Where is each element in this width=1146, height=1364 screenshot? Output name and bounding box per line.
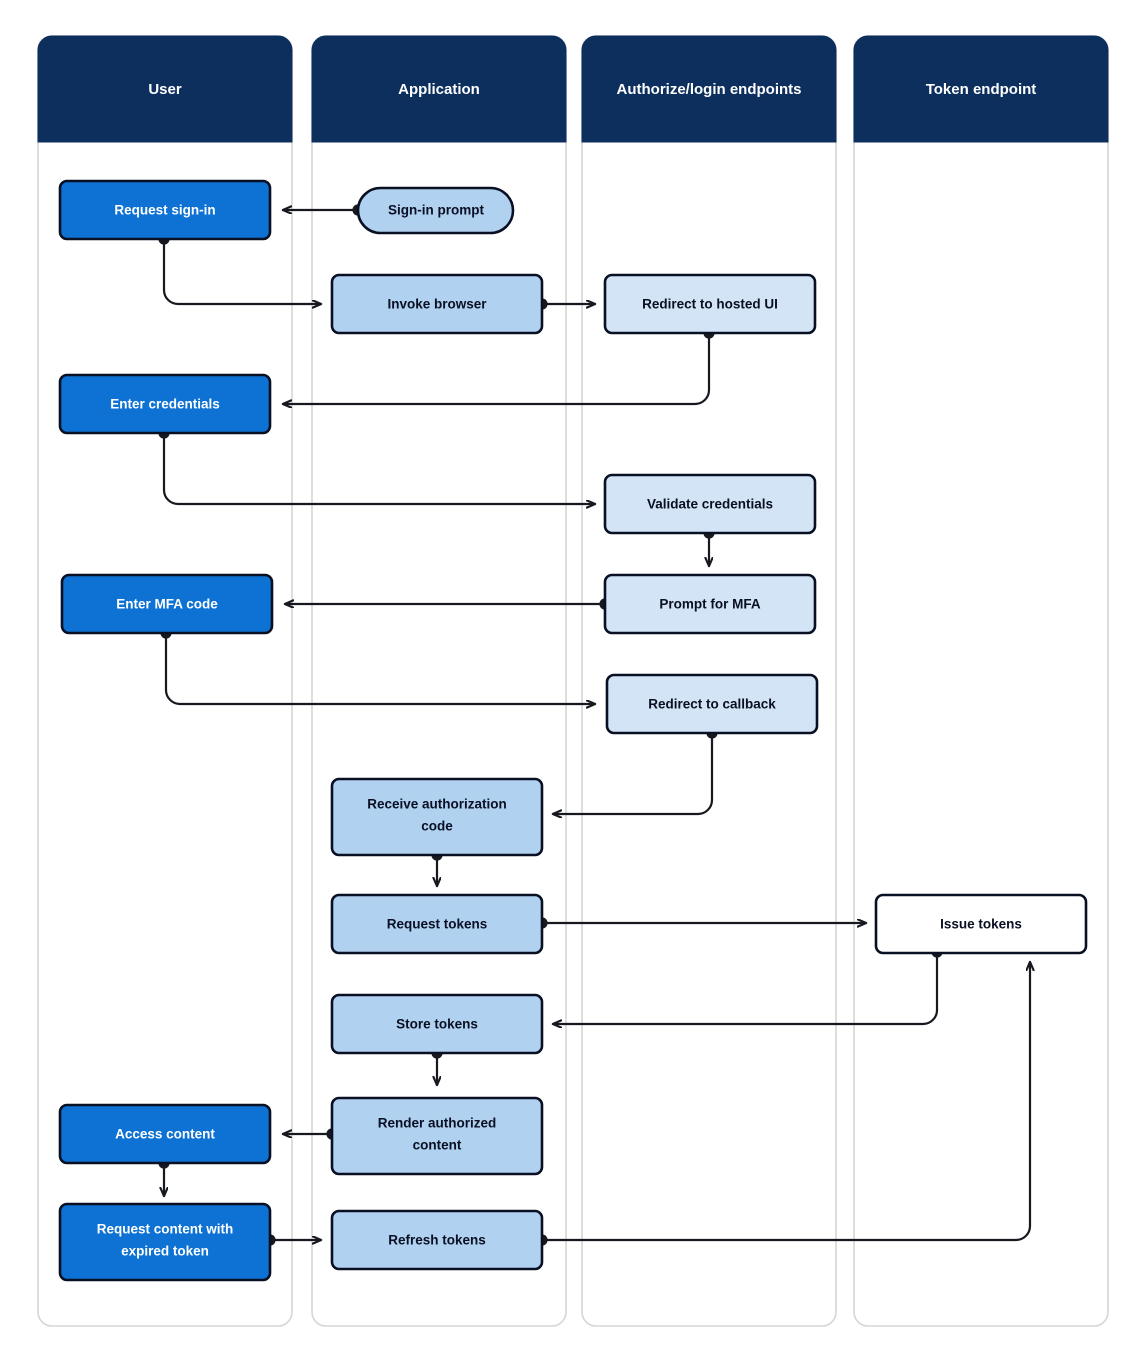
swimlane-diagram: User Application Authorize/login endpoin…	[0, 0, 1146, 1364]
node-request-expired-label-line2: expired token	[121, 1244, 209, 1259]
node-receive-auth-code-label-line1: Receive authorization	[367, 797, 507, 812]
node-request-expired-shape[interactable]	[58, 1202, 272, 1282]
diagram-canvas: User Application Authorize/login endpoin…	[37, 35, 1109, 1327]
node-redirect-hosted-ui-label: Redirect to hosted UI	[642, 297, 778, 312]
lane-title-user: User	[148, 81, 182, 98]
node-refresh-tokens[interactable]: Refresh tokens	[330, 1209, 544, 1271]
node-validate-credentials[interactable]: Validate credentials	[603, 473, 817, 535]
node-invoke-browser[interactable]: Invoke browser	[330, 273, 544, 335]
node-refresh-tokens-label: Refresh tokens	[388, 1233, 486, 1248]
node-issue-tokens-label: Issue tokens	[940, 917, 1022, 932]
node-enter-credentials[interactable]: Enter credentials	[58, 373, 272, 435]
node-prompt-for-mfa[interactable]: Prompt for MFA	[603, 573, 817, 635]
lane-title-application: Application	[398, 81, 480, 98]
node-receive-auth-code-label-line2: code	[421, 819, 453, 834]
node-validate-credentials-label: Validate credentials	[647, 497, 773, 512]
node-invoke-browser-label: Invoke browser	[387, 297, 487, 312]
node-signin-prompt[interactable]: Sign-in prompt	[356, 186, 515, 235]
node-render-authorized[interactable]: Render authorized content	[330, 1096, 544, 1176]
node-access-content[interactable]: Access content	[58, 1103, 272, 1165]
node-issue-tokens[interactable]: Issue tokens	[874, 893, 1088, 955]
node-store-tokens[interactable]: Store tokens	[330, 993, 544, 1055]
node-request-tokens-label: Request tokens	[387, 917, 488, 932]
node-enter-mfa-code[interactable]: Enter MFA code	[60, 573, 274, 635]
node-request-tokens[interactable]: Request tokens	[330, 893, 544, 955]
node-store-tokens-label: Store tokens	[396, 1017, 478, 1032]
lane-title-authorize: Authorize/login endpoints	[617, 81, 802, 98]
node-enter-credentials-label: Enter credentials	[110, 397, 220, 412]
node-request-expired-label-line1: Request content with	[97, 1222, 234, 1237]
node-receive-auth-code[interactable]: Receive authorization code	[330, 777, 544, 857]
node-redirect-callback[interactable]: Redirect to callback	[605, 673, 819, 735]
lane-body-token	[853, 35, 1109, 1327]
node-prompt-for-mfa-label: Prompt for MFA	[659, 597, 760, 612]
node-render-authorized-shape[interactable]	[330, 1096, 544, 1176]
lane-title-token: Token endpoint	[926, 81, 1037, 98]
node-request-expired[interactable]: Request content with expired token	[58, 1202, 272, 1282]
node-redirect-hosted-ui[interactable]: Redirect to hosted UI	[603, 273, 817, 335]
node-request-signin[interactable]: Request sign-in	[58, 179, 272, 241]
node-receive-auth-code-shape[interactable]	[330, 777, 544, 857]
node-signin-prompt-label: Sign-in prompt	[388, 203, 484, 218]
node-render-authorized-label-line1: Render authorized	[378, 1116, 497, 1131]
node-access-content-label: Access content	[115, 1127, 215, 1142]
node-redirect-callback-label: Redirect to callback	[648, 697, 776, 712]
node-render-authorized-label-line2: content	[413, 1138, 462, 1153]
lane-headers: User Application Authorize/login endpoin…	[37, 35, 1109, 143]
node-enter-mfa-code-label: Enter MFA code	[116, 597, 218, 612]
node-request-signin-label: Request sign-in	[114, 203, 215, 218]
